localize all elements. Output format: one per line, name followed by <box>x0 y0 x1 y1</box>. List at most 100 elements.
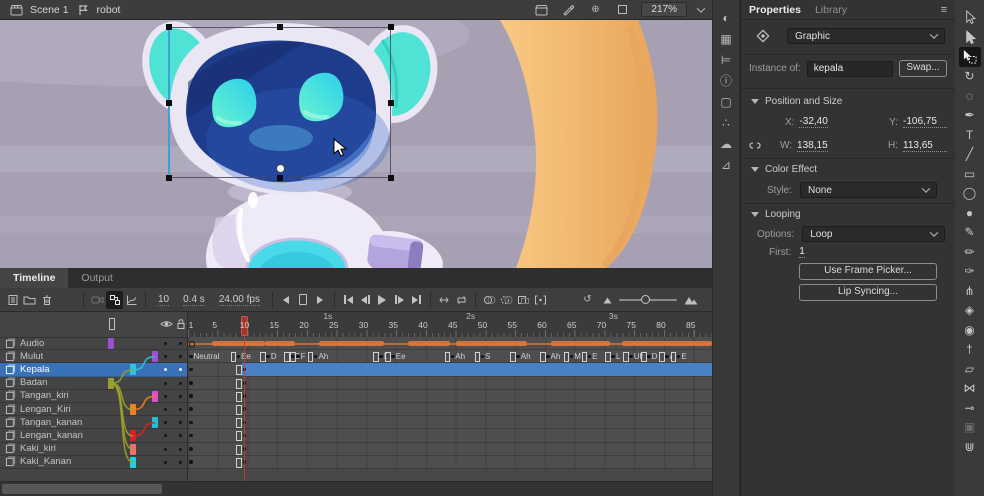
color-style-dropdown[interactable]: None <box>800 182 937 198</box>
selection-tool[interactable] <box>959 8 981 28</box>
layer-visibility-dot[interactable] <box>164 355 167 358</box>
layer-visibility-dot[interactable] <box>164 382 167 385</box>
layer-row-mulut[interactable]: Mulut <box>0 350 187 363</box>
width-tool[interactable]: ⋈ <box>959 379 981 399</box>
layer-parent-swatch[interactable] <box>130 430 136 441</box>
current-frame-counter[interactable]: 10 <box>158 294 169 306</box>
layer-visibility-dot[interactable] <box>164 434 167 437</box>
timeline-scrollbar[interactable] <box>0 481 712 496</box>
gradient-transform-tool[interactable]: ↻ <box>959 67 981 87</box>
frame-row-lengan_kiri[interactable] <box>188 403 712 416</box>
layer-parent-swatch[interactable] <box>130 364 136 375</box>
timeline-scrollbar-thumb[interactable] <box>2 484 162 494</box>
selection-handle[interactable] <box>388 100 394 106</box>
selection-handle[interactable] <box>166 100 172 106</box>
looping-collapse-icon[interactable] <box>751 212 759 217</box>
hand-tool[interactable]: ⋓ <box>959 437 981 457</box>
text-tool[interactable]: T <box>959 125 981 145</box>
go-to-last-frame-button[interactable] <box>408 291 425 309</box>
layer-parent-swatch[interactable] <box>130 404 136 415</box>
layer-lock-dot[interactable] <box>179 434 182 437</box>
layer-parent-swatch[interactable] <box>152 417 158 428</box>
clip-content-icon[interactable] <box>614 2 630 18</box>
next-frame-button[interactable] <box>391 291 408 309</box>
link-width-height-icon[interactable] <box>748 139 762 152</box>
looping-options-dropdown[interactable]: Loop <box>802 226 945 242</box>
go-to-first-frame-button[interactable] <box>340 291 357 309</box>
layer-lock-dot[interactable] <box>179 408 182 411</box>
selection-handle[interactable] <box>388 175 394 181</box>
visibility-column-icon[interactable] <box>160 319 173 329</box>
center-stage-icon[interactable]: ⊕ <box>587 2 603 18</box>
modify-markers-button[interactable] <box>532 291 549 309</box>
frame-row-kaki_kiri[interactable] <box>188 443 712 456</box>
layer-row-lengan_kiri[interactable]: Lengan_Kiri <box>0 403 187 416</box>
timeline-zoom-slider[interactable] <box>619 299 677 301</box>
onion-skin-button[interactable] <box>481 291 498 309</box>
show-parenting-view-button[interactable] <box>106 291 123 309</box>
lasso-tool[interactable]: ◌ <box>959 86 981 106</box>
panel-menu-icon[interactable]: ≡ <box>941 4 947 16</box>
transform-point[interactable] <box>276 164 285 173</box>
layer-lock-dot[interactable] <box>179 421 182 424</box>
align-panel-icon[interactable]: ⊨ <box>715 49 737 70</box>
line-tool[interactable]: ╱ <box>959 145 981 165</box>
symbol-breadcrumb[interactable]: robot <box>97 4 121 16</box>
previous-frame-button[interactable] <box>357 291 374 309</box>
frame-row-kepala[interactable] <box>188 363 712 376</box>
layer-visibility-dot[interactable] <box>164 408 167 411</box>
frames-area[interactable]: 15101520253035404550556065707580851s2s3s… <box>188 312 712 482</box>
swap-button[interactable]: Swap... <box>899 60 947 77</box>
x-value[interactable]: -32,40 <box>799 116 827 128</box>
delete-layer-button[interactable] <box>38 291 55 309</box>
w-value[interactable]: 138,15 <box>797 140 828 152</box>
add-camera-button[interactable] <box>89 291 106 309</box>
layer-parent-swatch[interactable] <box>130 457 136 468</box>
scene-breadcrumb[interactable]: Scene 1 <box>30 4 69 16</box>
layer-lock-dot[interactable] <box>179 448 182 451</box>
frame-row-audio[interactable] <box>188 337 712 350</box>
selection-handle[interactable] <box>166 24 172 30</box>
layer-row-audio[interactable]: Audio <box>0 337 187 350</box>
loop-playback-button[interactable] <box>453 291 470 309</box>
stage-zoom-control[interactable]: 217% <box>641 2 687 17</box>
frame-row-badan[interactable] <box>188 377 712 390</box>
tab-timeline[interactable]: Timeline <box>0 268 68 288</box>
frame-row-kaki_kanan[interactable] <box>188 456 712 469</box>
layer-visibility-dot[interactable] <box>164 448 167 451</box>
tab-library[interactable]: Library <box>815 4 847 16</box>
layer-lock-dot[interactable] <box>179 382 182 385</box>
info-panel-icon[interactable]: ⓘ <box>715 70 737 91</box>
position-section-collapse-icon[interactable] <box>751 99 759 104</box>
layer-row-kaki_kanan[interactable]: Kaki_Kanan <box>0 456 187 469</box>
stage-canvas[interactable] <box>0 20 712 268</box>
frame-rate[interactable]: 24.00 fps <box>219 294 260 306</box>
layer-parent-swatch[interactable] <box>152 351 158 362</box>
oval-primitive-tool[interactable]: ● <box>959 203 981 223</box>
layer-visibility-dot[interactable] <box>164 395 167 398</box>
camera-tool[interactable]: ▣ <box>959 418 981 438</box>
onion-skin-outlines-button[interactable] <box>498 291 515 309</box>
timeline-zoom-out-icon[interactable] <box>603 296 612 304</box>
edit-multiple-frames-button[interactable] <box>515 291 532 309</box>
frame-row-mulut[interactable]: NeutralEeDEFAhDEeAhSAhAhMELUhDAhE <box>188 350 712 363</box>
selection-handle[interactable] <box>277 175 283 181</box>
frame-row-lengan_kanan[interactable] <box>188 429 712 442</box>
center-frame-button[interactable] <box>436 291 453 309</box>
selection-handle[interactable] <box>166 175 172 181</box>
oval-tool[interactable]: ◯ <box>959 184 981 204</box>
layer-row-tangan_kiri[interactable]: Tangan_kiri <box>0 390 187 403</box>
symbol-behavior-dropdown[interactable]: Graphic <box>787 28 945 44</box>
layer-lock-dot[interactable] <box>179 368 182 371</box>
tab-properties[interactable]: Properties <box>749 4 801 16</box>
layer-parent-swatch[interactable] <box>130 444 136 455</box>
classic-brush-tool[interactable]: ✏ <box>959 242 981 262</box>
layer-lock-dot[interactable] <box>179 395 182 398</box>
color-effect-collapse-icon[interactable] <box>751 167 759 172</box>
layer-parent-swatch[interactable] <box>152 391 158 402</box>
layer-visibility-dot[interactable] <box>164 421 167 424</box>
rectangle-tool[interactable]: ▭ <box>959 164 981 184</box>
selection-handle[interactable] <box>388 24 394 30</box>
layer-parent-swatch[interactable] <box>108 338 114 349</box>
frame-row-tangan_kanan[interactable] <box>188 416 712 429</box>
